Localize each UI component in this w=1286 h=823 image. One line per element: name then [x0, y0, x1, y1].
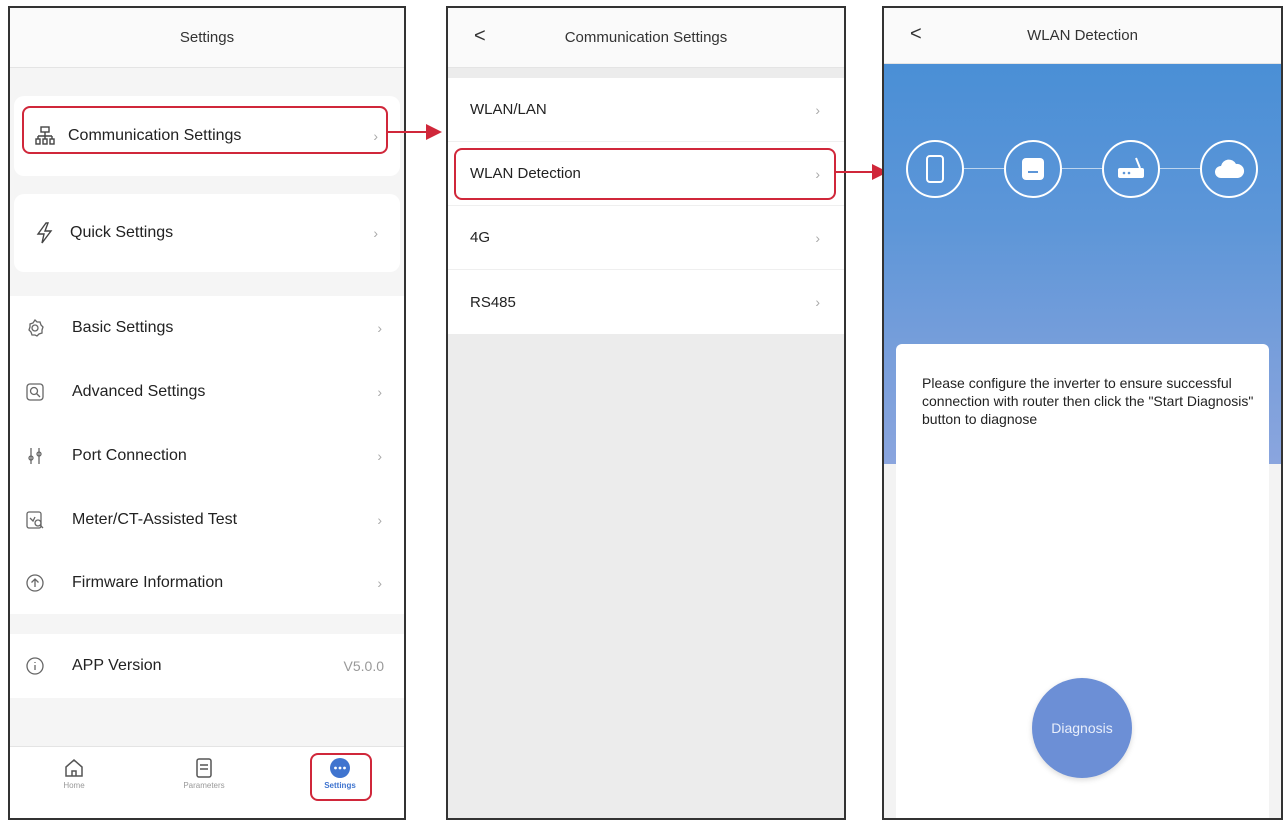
- quick-settings-card: Quick Settings ›: [14, 194, 400, 272]
- tab-label: Home: [63, 781, 85, 790]
- tab-label: Parameters: [183, 781, 225, 790]
- list-item-wlan-lan[interactable]: WLAN/LAN ›: [448, 78, 844, 142]
- app-version-row: APP Version V5.0.0: [10, 634, 404, 698]
- menu-item-label: Quick Settings: [70, 224, 174, 241]
- highlight-settings-tab: [310, 753, 372, 801]
- chevron-right-icon: ›: [815, 294, 820, 310]
- app-version-value: V5.0.0: [343, 658, 384, 674]
- communication-settings-screen: < Communication Settings WLAN/LAN › WLAN…: [446, 6, 846, 820]
- menu-item-label: Meter/CT-Assisted Test: [72, 511, 238, 528]
- list-item-4g[interactable]: 4G ›: [448, 206, 844, 270]
- tab-home[interactable]: Home: [34, 757, 114, 790]
- diagnosis-button[interactable]: Diagnosis: [1032, 678, 1132, 778]
- menu-item-label: Advanced Settings: [72, 383, 206, 400]
- chevron-right-icon: ›: [377, 512, 382, 528]
- list-item-label: 4G: [470, 229, 491, 246]
- settings-menu-list: Basic Settings › Advanced Settings › Por…: [10, 296, 404, 614]
- menu-item-label: Firmware Information: [72, 574, 224, 591]
- menu-item-advanced-settings[interactable]: Advanced Settings ›: [10, 360, 404, 424]
- meter-test-icon: [24, 509, 46, 531]
- highlight-communication-settings: [22, 106, 388, 154]
- menu-item-label: Basic Settings: [72, 319, 174, 336]
- chevron-right-icon: ›: [377, 384, 382, 400]
- communication-nav-bar: < Communication Settings: [448, 8, 844, 68]
- menu-item-label: Port Connection: [72, 447, 187, 464]
- settings-screen: Settings Communication Settings › Quick …: [8, 6, 406, 820]
- back-button[interactable]: <: [474, 24, 486, 48]
- menu-item-meter-ct-test[interactable]: Meter/CT-Assisted Test ›: [10, 488, 404, 552]
- home-icon: [34, 757, 114, 781]
- router-icon: [1102, 140, 1160, 198]
- cloud-icon: [1200, 140, 1258, 198]
- document-icon: [164, 757, 244, 781]
- step-connector: [964, 168, 1004, 169]
- page-title: WLAN Detection: [1027, 27, 1138, 44]
- app-version-section: APP Version V5.0.0: [10, 634, 404, 698]
- list-item-label: WLAN/LAN: [470, 101, 547, 118]
- highlight-wlan-detection: [454, 148, 836, 200]
- menu-item-basic-settings[interactable]: Basic Settings ›: [10, 296, 404, 360]
- chevron-right-icon: ›: [373, 225, 378, 241]
- flow-arrow-head: [426, 124, 442, 140]
- upload-icon: [24, 572, 46, 594]
- info-icon: [24, 655, 46, 677]
- back-button[interactable]: <: [910, 22, 922, 46]
- page-title: Settings: [179, 29, 235, 46]
- lightning-icon: [34, 222, 56, 244]
- diagnosis-instructions: Please configure the inverter to ensure …: [922, 375, 1254, 427]
- chevron-right-icon: ›: [815, 229, 820, 246]
- diagnosis-panel: Please configure the inverter to ensure …: [896, 344, 1269, 818]
- step-connector: [1062, 168, 1102, 169]
- chevron-right-icon: ›: [377, 448, 382, 464]
- chevron-right-icon: ›: [377, 575, 382, 591]
- communication-options-list: WLAN/LAN › WLAN Detection › 4G › RS485 ›: [448, 78, 844, 334]
- page-title: Communication Settings: [564, 29, 728, 46]
- port-icon: [24, 445, 46, 467]
- list-item-rs485[interactable]: RS485 ›: [448, 270, 844, 334]
- chevron-right-icon: ›: [377, 320, 382, 336]
- search-gear-icon: [24, 381, 46, 403]
- phone-icon: [906, 140, 964, 198]
- list-item-label: RS485: [470, 293, 516, 311]
- settings-nav-bar: Settings: [10, 8, 404, 68]
- wlan-detection-screen: < WLAN Detection Please configure the in…: [882, 6, 1283, 820]
- menu-item-firmware-information[interactable]: Firmware Information ›: [10, 552, 404, 614]
- menu-item-quick-settings[interactable]: Quick Settings ›: [14, 194, 400, 272]
- chevron-right-icon: ›: [815, 101, 820, 118]
- tab-parameters[interactable]: Parameters: [164, 757, 244, 790]
- app-version-label: APP Version: [72, 657, 162, 674]
- step-connector: [1158, 168, 1200, 169]
- wlan-nav-bar: < WLAN Detection: [884, 8, 1281, 64]
- menu-item-port-connection[interactable]: Port Connection ›: [10, 424, 404, 488]
- bottom-tab-bar: Home Parameters Settings: [10, 746, 404, 818]
- flow-arrow-line: [388, 131, 428, 133]
- inverter-icon: [1004, 140, 1062, 198]
- gear-icon: [24, 317, 46, 339]
